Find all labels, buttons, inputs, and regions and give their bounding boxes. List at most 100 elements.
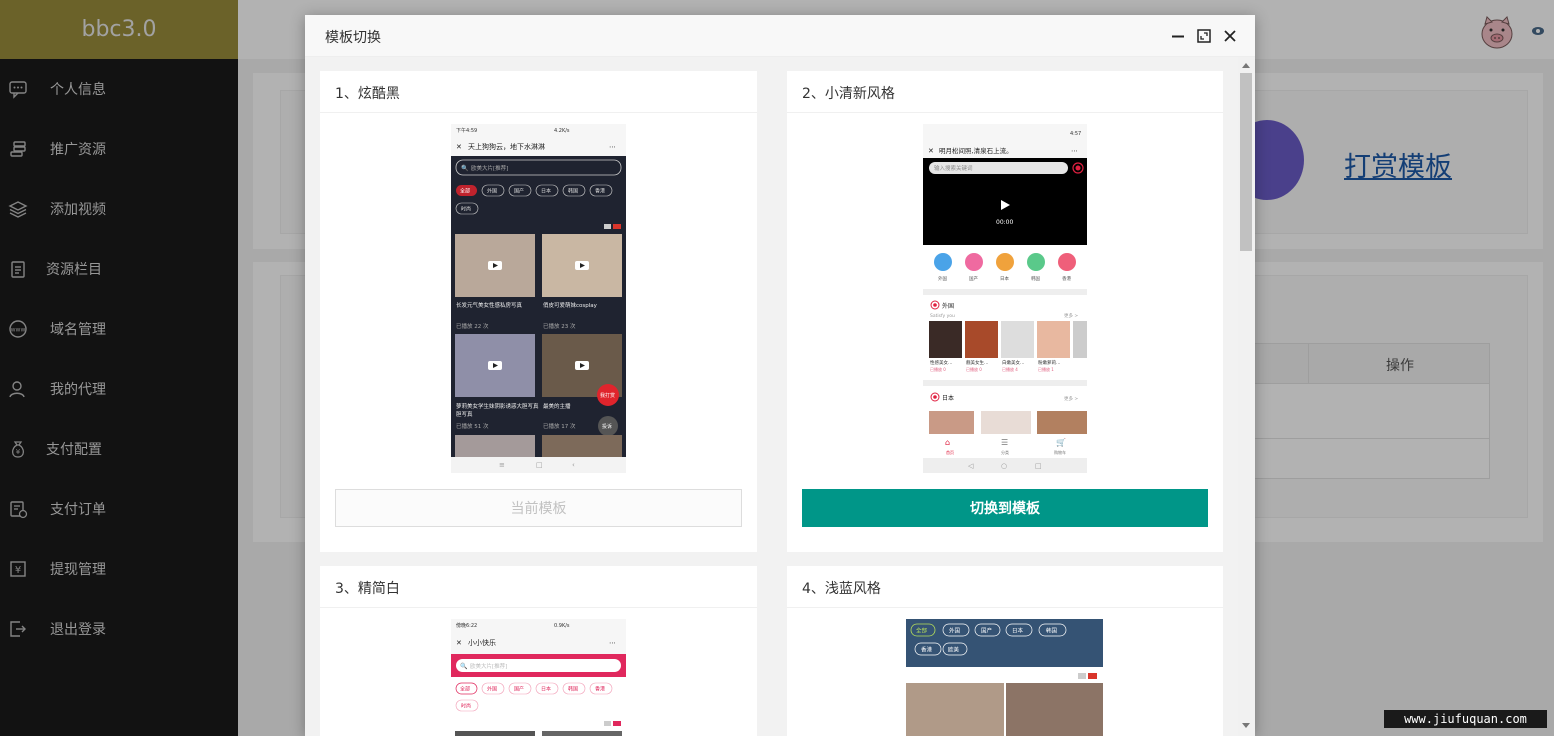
svg-text:✕: ✕ [928, 147, 934, 155]
template-name: 3、精简白 [320, 566, 757, 608]
scroll-thumb[interactable] [1240, 73, 1252, 251]
svg-text:⌂: ⌂ [945, 438, 950, 447]
svg-text:◁: ◁ [968, 462, 974, 470]
svg-text:○: ○ [1001, 462, 1007, 470]
tag-chip: 时尚 [461, 703, 471, 710]
video-title: 俏皮可爱萌妹cosplay [543, 301, 598, 309]
search-box: 欧美大片[推荐] [470, 662, 507, 670]
category-label: 外国 [938, 275, 947, 282]
video-title: 萝莉美女学生妹阴影诱惑大胆写真 [456, 402, 539, 410]
svg-text:≡: ≡ [499, 461, 505, 469]
template-preview-2: 4:57 ✕ 明月松间照,清泉石上流。 ⋯ 输入搜索关键词 00:00 外国 国… [923, 124, 1087, 473]
svg-text:⋯: ⋯ [609, 143, 616, 151]
tab-label: 首页 [946, 449, 954, 455]
video-title: 最美的主播 [543, 402, 571, 410]
tag-chip: 全部 [460, 686, 470, 693]
svg-text:✕: ✕ [456, 143, 462, 151]
svg-text:☰: ☰ [1001, 438, 1008, 447]
current-template-button[interactable]: 当前模板 [335, 489, 742, 527]
svg-text:✕: ✕ [456, 639, 462, 647]
video-plays: 已播放 23 次 [543, 322, 576, 330]
maximize-icon[interactable] [1194, 26, 1214, 46]
section-title: 日本 [942, 394, 954, 402]
switch-template-button[interactable]: 切换到模板 [802, 489, 1208, 527]
template-card-3: 3、精简白 傍晚6:22 0.9K/s ✕ 小小快乐 ⋯ 🔍 欧美大片[推荐] [320, 566, 757, 736]
tag-chip: 国产 [514, 686, 524, 693]
thumb-plays: 已播放 0 [930, 366, 946, 372]
close-icon[interactable] [1220, 26, 1240, 46]
tab-label: 购物车 [1054, 449, 1066, 455]
svg-text:‹: ‹ [572, 461, 575, 469]
reward-float-button: 我打赏 [600, 392, 615, 399]
svg-text:⋯: ⋯ [609, 639, 616, 647]
tag-chip: 日本 [1012, 627, 1024, 635]
watermark: www.jiufuquan.com [1384, 710, 1547, 728]
tag-chip: 外国 [487, 188, 497, 195]
page-title: 小小快乐 [468, 638, 496, 647]
thumb-title: 白嫩美女… [1002, 359, 1025, 366]
tag-chip: 全部 [916, 627, 928, 635]
video-plays: 已播放 51 次 [456, 422, 489, 430]
tag-chip: 韩国 [1046, 627, 1058, 635]
search-box: 输入搜索关键词 [934, 164, 973, 172]
svg-text:□: □ [1035, 462, 1042, 470]
section-more: 更多 > [1064, 312, 1078, 319]
thumb-title: 粉嫩萝莉… [1038, 359, 1061, 366]
thumb-plays: 已播放 4 [1002, 366, 1018, 372]
modal-title: 模板切换 [325, 30, 381, 46]
search-box: 欧美大片[推荐] [471, 164, 508, 172]
scroll-down-arrow-icon[interactable] [1242, 723, 1250, 728]
svg-text:□: □ [536, 461, 543, 469]
report-float-button: 投诉 [602, 423, 612, 430]
template-name: 4、浅蓝风格 [787, 566, 1223, 608]
category-label: 韩国 [1031, 275, 1040, 282]
status-time: 下午4:59 [456, 127, 477, 134]
thumb-title: 性感美女… [930, 359, 953, 366]
status-net: 0.9K/s [554, 623, 570, 629]
tag-chip: 香港 [595, 686, 605, 693]
tag-chip: 欧美 [948, 646, 960, 654]
tag-chip: 时尚 [461, 206, 471, 213]
template-switch-modal: 模板切换 1、炫酷黑 下午4:59 4.2K/s ✕ 天上狗狗云，地下水淋淋 ⋯… [305, 15, 1255, 736]
minimize-icon[interactable] [1168, 26, 1188, 46]
modal-scrollbar[interactable] [1238, 57, 1255, 736]
thumb-plays: 已播放 0 [966, 366, 982, 372]
category-label: 国产 [969, 275, 978, 282]
svg-text:⋯: ⋯ [1071, 147, 1078, 155]
tag-chip: 全部 [460, 188, 470, 195]
modal-body: 1、炫酷黑 下午4:59 4.2K/s ✕ 天上狗狗云，地下水淋淋 ⋯ 🔍 欧美… [305, 57, 1255, 736]
tag-chip: 日本 [541, 686, 551, 693]
scroll-up-arrow-icon[interactable] [1242, 63, 1250, 68]
modal-header: 模板切换 [305, 15, 1255, 57]
template-preview-4: 全部 外国 国产 日本 韩国 香港 欧美 [906, 619, 1103, 736]
template-preview-3: 傍晚6:22 0.9K/s ✕ 小小快乐 ⋯ 🔍 欧美大片[推荐] 全部 外国 [451, 619, 626, 736]
template-name: 2、小清新风格 [787, 71, 1223, 113]
template-preview-1: 下午4:59 4.2K/s ✕ 天上狗狗云，地下水淋淋 ⋯ 🔍 欧美大片[推荐]… [451, 124, 626, 473]
section-subtitle: Satisfy you [930, 313, 955, 319]
svg-text:🔍: 🔍 [460, 662, 468, 670]
category-label: 香港 [1062, 275, 1071, 282]
video-plays: 已播放 22 次 [456, 322, 489, 330]
template-card-1: 1、炫酷黑 下午4:59 4.2K/s ✕ 天上狗狗云，地下水淋淋 ⋯ 🔍 欧美… [320, 71, 757, 552]
svg-text:🔍: 🔍 [461, 164, 469, 172]
svg-text:胆写真: 胆写真 [456, 410, 473, 418]
page-title: 天上狗狗云，地下水淋淋 [468, 142, 545, 151]
template-card-4: 4、浅蓝风格 全部 外国 国产 日本 韩国 香港 欧美 [787, 566, 1223, 736]
template-name: 1、炫酷黑 [320, 71, 757, 113]
thumb-title: 靓美女生… [966, 359, 989, 366]
tag-chip: 韩国 [568, 686, 578, 693]
tag-chip: 外国 [487, 686, 497, 693]
tag-chip: 国产 [514, 188, 524, 195]
tag-chip: 香港 [595, 188, 605, 195]
section-title: 外国 [942, 302, 954, 310]
tag-chip: 香港 [921, 646, 933, 654]
tag-chip: 日本 [541, 188, 551, 195]
tab-label: 分类 [1001, 449, 1009, 455]
player-time: 00:00 [996, 219, 1013, 226]
tag-chip: 韩国 [568, 188, 578, 195]
svg-text:🛒: 🛒 [1056, 437, 1066, 447]
video-plays: 已播放 17 次 [543, 422, 576, 430]
status-time: 4:57 [1070, 131, 1081, 137]
section-more: 更多 > [1064, 395, 1078, 402]
status-time: 傍晚6:22 [456, 622, 477, 629]
